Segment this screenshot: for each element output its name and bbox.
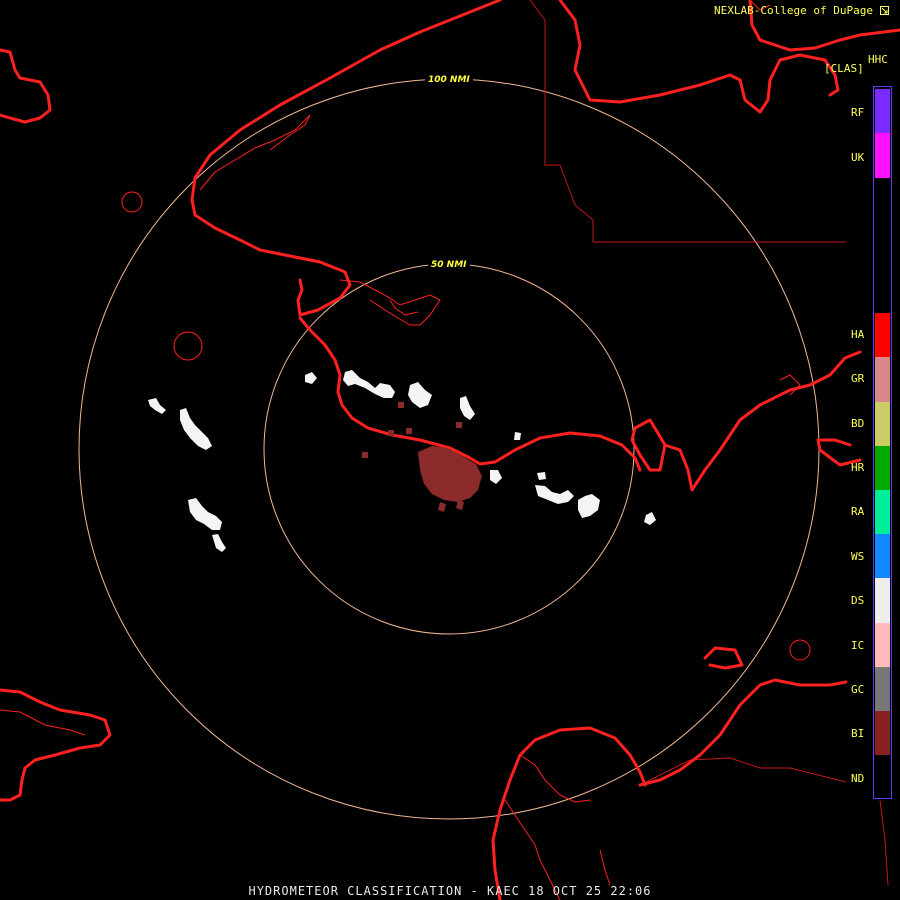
legend-swatch-ds <box>875 578 890 623</box>
legend-color-bar <box>873 86 892 799</box>
legend-swatch-bi <box>875 711 890 755</box>
legend-swatch-hr <box>875 446 890 490</box>
legend-label-rf: RF <box>851 106 865 119</box>
external-link-icon[interactable] <box>879 6 889 15</box>
echoes-biological <box>362 402 482 512</box>
radar-map: 100 NMI 50 NMI <box>0 0 900 900</box>
legend-label-bi: BI <box>851 727 865 740</box>
legend-label-uk: UK <box>851 151 865 164</box>
legend-swatch-ha <box>875 313 890 357</box>
legend-swatch-gc <box>875 667 890 711</box>
legend-label-gc: GC <box>851 683 865 696</box>
ring-label-50nmi: 50 NMI <box>431 260 467 270</box>
legend-label-ws: WS <box>851 550 865 563</box>
boundary-lines <box>529 0 889 886</box>
legend-swatch-ic <box>875 623 890 667</box>
legend-swatch-ra <box>875 490 890 534</box>
legend-label-bd: BD <box>851 417 865 430</box>
legend-label-ds: DS <box>851 594 865 607</box>
legend-label-ha: HA <box>851 328 865 341</box>
legend-label-hr: HR <box>851 461 865 474</box>
legend-swatch-nd <box>875 755 890 797</box>
legend-swatch-ws <box>875 534 890 578</box>
legend-swatch-uk <box>875 133 890 178</box>
product-title: HYDROMETEOR CLASSIFICATION - KAEC 18 OCT… <box>248 884 652 898</box>
credit-label: NEXLAB-College of DuPage <box>714 4 873 17</box>
echoes-dry-snow <box>148 370 656 552</box>
legend-swatch-rf <box>875 89 890 133</box>
ring-label-100nmi: 100 NMI <box>428 75 470 85</box>
legend-label-ic: IC <box>851 639 865 652</box>
legend-label-nd: ND <box>851 772 865 785</box>
legend-label-gr: GR <box>851 372 865 385</box>
legend-swatch-bd <box>875 402 890 446</box>
product-label: [CLAS] <box>824 62 864 75</box>
legend-label-ra: RA <box>851 505 865 518</box>
credit-text: NEXLAB-College of DuPage <box>714 4 889 17</box>
mode-label: HHC <box>868 53 888 66</box>
legend-swatch-gr <box>875 357 890 402</box>
